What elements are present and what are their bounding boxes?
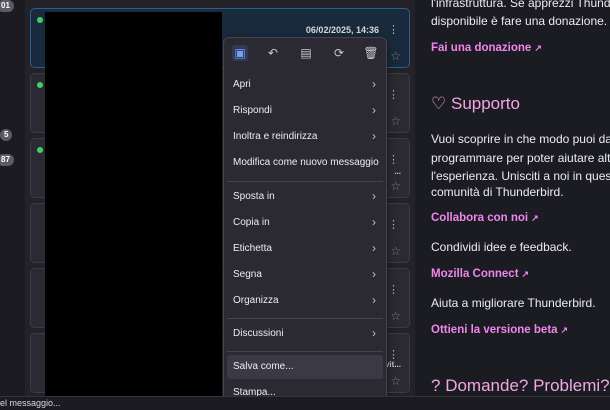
menu-separator xyxy=(227,351,383,352)
star-icon[interactable]: ☆ xyxy=(390,244,401,258)
donate-link[interactable]: Fai una donazione ↗ xyxy=(431,42,542,54)
chevron-right-icon: › xyxy=(372,293,376,307)
info-text: l'infrastruttura. Se apprezzi Thunde xyxy=(431,0,610,10)
menu-item-label: Modifica come nuovo messaggio xyxy=(233,157,379,168)
message-snippet: vit... xyxy=(384,360,401,369)
external-link-icon: ↗ xyxy=(531,213,539,223)
beta-link[interactable]: Ottieni la versione beta ↗ xyxy=(431,324,568,336)
status-text: el messaggio... xyxy=(0,398,61,408)
menu-item-mark[interactable]: Segna › xyxy=(227,263,383,287)
menu-item-label: Rispondi xyxy=(233,105,272,116)
star-icon[interactable]: ☆ xyxy=(390,309,401,323)
trash-icon[interactable]: 🗑 xyxy=(363,45,379,61)
unread-dot xyxy=(37,17,43,23)
chevron-right-icon: › xyxy=(372,103,376,117)
message-snippet: ... xyxy=(394,167,401,176)
redacted-region xyxy=(45,12,222,398)
status-bar: el messaggio... xyxy=(0,396,610,410)
chevron-right-icon: › xyxy=(372,267,376,281)
menu-item-label: Discussioni xyxy=(233,328,284,339)
menu-separator xyxy=(227,181,383,182)
menu-item-threads[interactable]: Discussioni › xyxy=(227,322,383,346)
menu-item-forward[interactable]: Inoltra e reindirizza › xyxy=(227,125,383,149)
more-options-icon[interactable]: ⋮ xyxy=(388,218,399,231)
start-page-panel: l'infrastruttura. Se apprezzi Thunde dis… xyxy=(415,0,610,396)
chevron-right-icon: › xyxy=(372,77,376,91)
menu-item-tag[interactable]: Etichetta › xyxy=(227,237,383,261)
more-options-icon[interactable]: ⋮ xyxy=(388,153,399,166)
star-icon[interactable]: ☆ xyxy=(390,179,401,193)
external-link-icon: ↗ xyxy=(560,325,569,335)
questions-heading: ? Domande? Problemi? xyxy=(431,376,610,395)
menu-item-label: Organizza xyxy=(233,295,279,306)
menu-item-label: Apri xyxy=(233,79,251,90)
support-heading: ♡ Supporto xyxy=(431,94,520,113)
menu-item-label: Sposta in xyxy=(233,191,275,202)
more-options-icon[interactable]: ⋮ xyxy=(388,23,399,36)
unread-count-badge: 01 xyxy=(0,0,14,12)
menu-item-copy-to[interactable]: Copia in › xyxy=(227,211,383,235)
menu-item-open[interactable]: Apri › xyxy=(227,73,383,97)
menu-separator xyxy=(227,318,383,319)
menu-item-label: Etichetta xyxy=(233,243,272,254)
save-box-icon[interactable]: ▤ xyxy=(298,45,314,61)
support-text: Vuoi scoprire in che modo puoi darc xyxy=(431,132,610,146)
archive-icon[interactable]: ▣ xyxy=(232,45,248,61)
external-link-icon: ↗ xyxy=(534,43,542,53)
mozilla-connect-link[interactable]: Mozilla Connect ↗ xyxy=(431,268,529,280)
collaborate-link[interactable]: Collabora con noi ↗ xyxy=(431,212,539,224)
more-options-icon[interactable]: ⋮ xyxy=(388,283,399,296)
heart-hands-icon: ♡ xyxy=(431,94,447,113)
star-icon[interactable]: ☆ xyxy=(390,374,401,388)
folder-pane-edge: 01 5 87 xyxy=(0,0,25,396)
menu-item-save-as[interactable]: Salva come... xyxy=(227,355,383,379)
chevron-right-icon: › xyxy=(372,241,376,255)
menu-item-label: Inoltra e reindirizza xyxy=(233,131,318,142)
support-text: l'esperienza. Unisciti a noi in questo xyxy=(431,169,610,183)
chevron-right-icon: › xyxy=(372,129,376,143)
support-text: programmare per poter aiutare altri xyxy=(431,151,610,165)
unread-count-badge: 5 xyxy=(0,129,13,141)
more-options-icon[interactable]: ⋮ xyxy=(388,88,399,101)
collaborate-text: Condividi idee e feedback. xyxy=(431,240,572,254)
unread-dot xyxy=(37,147,43,153)
info-text: disponibile è fare una donazione. xyxy=(431,14,608,28)
help-icon: ? xyxy=(431,376,441,395)
unread-count-badge: 87 xyxy=(0,154,14,166)
message-date: 06/02/2025, 14:36 xyxy=(305,25,379,35)
menu-item-reply[interactable]: Rispondi › xyxy=(227,99,383,123)
mozilla-connect-text: Aiuta a migliorare Thunderbird. xyxy=(431,296,596,310)
menu-item-label: Segna xyxy=(233,269,262,280)
star-icon[interactable]: ☆ xyxy=(390,49,401,63)
quick-actions: ▣ ↶ ▤ ⟳ 🗑 xyxy=(224,38,386,70)
menu-item-organize[interactable]: Organizza › xyxy=(227,289,383,313)
star-icon[interactable]: ☆ xyxy=(390,114,401,128)
reply-icon[interactable]: ↶ xyxy=(265,45,281,61)
support-text: comunità di Thunderbird. xyxy=(431,185,564,199)
message-context-menu: ▣ ↶ ▤ ⟳ 🗑 Apri › Rispondi › Inoltra e re… xyxy=(223,37,387,407)
menu-item-edit-as-new[interactable]: Modifica come nuovo messaggio xyxy=(227,151,383,175)
chevron-right-icon: › xyxy=(372,189,376,203)
external-link-icon: ↗ xyxy=(521,269,530,279)
refresh-icon[interactable]: ⟳ xyxy=(331,45,347,61)
menu-item-move-to[interactable]: Sposta in › xyxy=(227,185,383,209)
chevron-right-icon: › xyxy=(372,215,376,229)
menu-item-label: Salva come... xyxy=(233,361,294,372)
menu-item-label: Copia in xyxy=(233,217,270,228)
chevron-right-icon: › xyxy=(372,326,376,340)
unread-dot xyxy=(37,82,43,88)
